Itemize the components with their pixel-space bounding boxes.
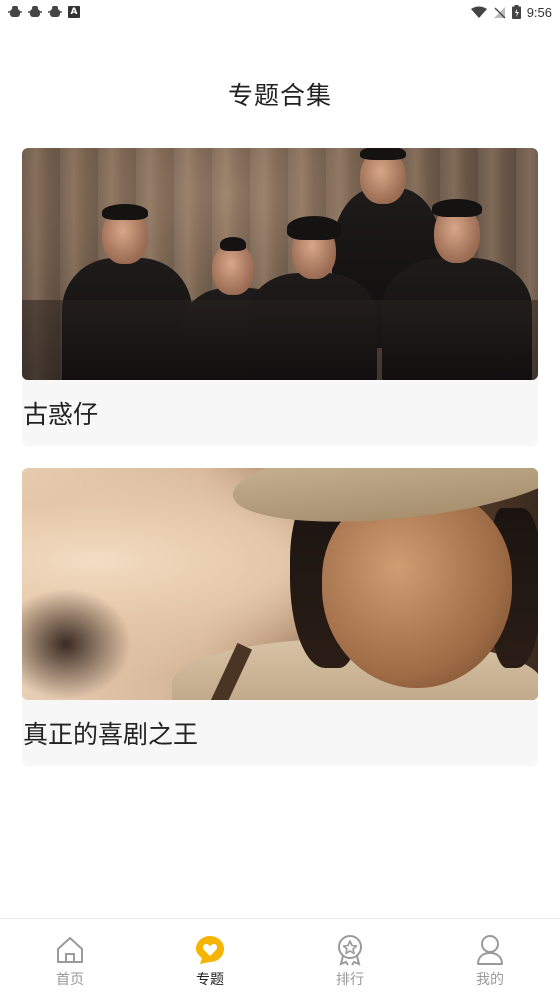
tab-topics[interactable]: 专题 bbox=[140, 919, 280, 997]
status-bar: A 9:56 bbox=[0, 0, 560, 24]
status-system: 9:56 bbox=[470, 4, 552, 20]
status-notifications: A bbox=[8, 5, 80, 19]
bottom-tab-bar: 首页 专题 排行 我的 bbox=[0, 918, 560, 997]
home-icon bbox=[54, 934, 86, 966]
medal-icon bbox=[334, 934, 366, 966]
topic-title: 古惑仔 bbox=[23, 400, 99, 429]
battery-icon bbox=[511, 5, 521, 19]
bug-icon bbox=[28, 6, 42, 17]
tab-home[interactable]: 首页 bbox=[0, 919, 140, 997]
user-icon bbox=[474, 934, 506, 966]
wifi-icon bbox=[470, 6, 487, 18]
topic-card[interactable]: 真正的喜剧之王 bbox=[22, 468, 538, 766]
a-badge-icon: A bbox=[68, 6, 80, 18]
topic-cover-image bbox=[22, 148, 538, 380]
topic-cover-image bbox=[22, 468, 538, 700]
page-title: 专题合集 bbox=[227, 81, 332, 110]
no-sim-icon bbox=[493, 6, 506, 18]
heart-chat-icon bbox=[194, 934, 226, 966]
topic-card[interactable]: 古惑仔 bbox=[22, 148, 538, 446]
tab-label: 首页 bbox=[56, 972, 84, 988]
topic-title: 真正的喜剧之王 bbox=[23, 720, 199, 749]
tab-mine[interactable]: 我的 bbox=[420, 919, 560, 997]
bug-icon bbox=[8, 6, 22, 17]
tab-label: 专题 bbox=[196, 972, 224, 988]
tab-label: 排行 bbox=[336, 972, 364, 988]
tab-label: 我的 bbox=[476, 972, 504, 988]
clock: 9:56 bbox=[526, 4, 552, 20]
tab-ranking[interactable]: 排行 bbox=[280, 919, 420, 997]
bug-icon bbox=[48, 6, 62, 17]
topics-page: A 9:56 专题合集 古惑仔 真正的喜剧之王 首页 专题 排行 我的 bbox=[0, 0, 560, 997]
